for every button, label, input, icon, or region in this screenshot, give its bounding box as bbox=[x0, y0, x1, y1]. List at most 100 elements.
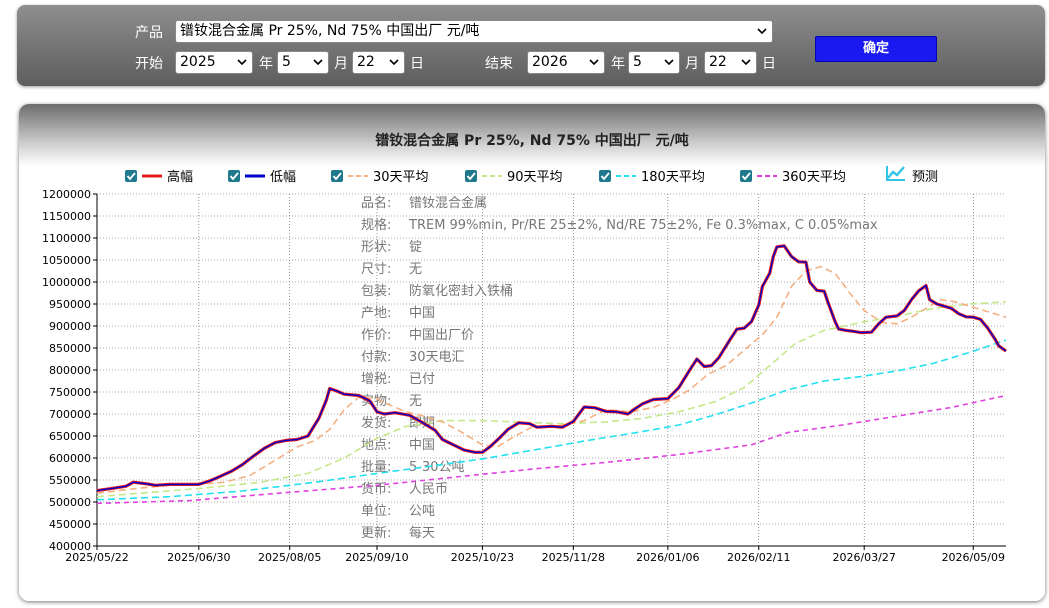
y-tick-label: 1100000 bbox=[42, 232, 91, 245]
legend: 高幅 低幅 30天平均 90天平均 180天平均 360天平均 预测 bbox=[125, 165, 938, 185]
checkbox-checked-icon bbox=[331, 170, 343, 182]
info-label: 发货: bbox=[361, 415, 391, 431]
start-year-select[interactable]: 2025 bbox=[175, 51, 253, 74]
legend-item[interactable]: 30天平均 bbox=[331, 170, 429, 185]
info-value: 每天 bbox=[409, 525, 435, 541]
chevron-down-icon bbox=[589, 52, 599, 73]
info-value: 30天电汇 bbox=[409, 350, 465, 365]
chevron-down-icon bbox=[757, 21, 767, 42]
info-value: 中国出厂价 bbox=[409, 328, 474, 343]
info-label: 作价: bbox=[361, 328, 391, 343]
grid bbox=[96, 193, 1006, 547]
x-tick-label: 2025/08/05 bbox=[258, 551, 321, 564]
info-label: 货币: bbox=[361, 481, 391, 497]
y-tick-label: 1000000 bbox=[42, 276, 91, 289]
y-tick-label: 1050000 bbox=[42, 254, 91, 267]
info-label: 尺寸: bbox=[361, 262, 391, 277]
legend-item[interactable]: 90天平均 bbox=[465, 170, 563, 185]
y-tick-label: 950000 bbox=[49, 298, 91, 311]
chevron-down-icon bbox=[313, 52, 323, 73]
checkbox-checked-icon bbox=[125, 170, 137, 182]
legend-item[interactable]: 预测 bbox=[885, 165, 938, 185]
x-tick-label: 2025/10/23 bbox=[451, 551, 514, 564]
legend-item[interactable]: 360天平均 bbox=[740, 170, 846, 185]
x-tick-label: 2026/05/09 bbox=[942, 551, 1005, 564]
year-unit-label: 年 bbox=[259, 56, 273, 72]
month-unit-label: 月 bbox=[685, 56, 699, 72]
x-tick-label: 2025/05/22 bbox=[65, 551, 128, 564]
y-tick-label: 750000 bbox=[49, 386, 91, 399]
legend-item[interactable]: 180天平均 bbox=[599, 170, 705, 185]
y-tick-label: 1150000 bbox=[42, 210, 91, 223]
info-value: 镨钕混合金属 bbox=[409, 195, 487, 211]
y-tick-label: 800000 bbox=[49, 364, 91, 377]
legend-item[interactable]: 低幅 bbox=[228, 170, 296, 185]
info-label: 产地: bbox=[361, 306, 391, 321]
start-year-value: 2025 bbox=[180, 54, 216, 70]
info-label: 形状: bbox=[361, 240, 391, 255]
legend-label: 360天平均 bbox=[782, 170, 846, 185]
y-tick-label: 850000 bbox=[49, 342, 91, 355]
info-value: 无 bbox=[409, 394, 422, 409]
end-label: 结束 bbox=[485, 56, 513, 72]
legend-item[interactable]: 高幅 bbox=[125, 169, 193, 185]
product-info: 品名: 镨钕混合金属规格: TREM 99%min, Pr/RE 25±2%, Nd… bbox=[361, 195, 878, 541]
legend-label: 预测 bbox=[912, 170, 938, 185]
year-unit-label: 年 bbox=[611, 56, 625, 72]
query-form: 产品 镨钕混合金属 Pr 25%, Nd 75% 中国出厂 元/吨 开始 202… bbox=[17, 5, 1045, 86]
product-select[interactable]: 镨钕混合金属 Pr 25%, Nd 75% 中国出厂 元/吨 bbox=[175, 20, 773, 43]
info-label: 付款: bbox=[361, 350, 391, 365]
checkbox-checked-icon bbox=[599, 170, 611, 182]
x-tick-label: 2026/01/06 bbox=[636, 551, 699, 564]
y-tick-label: 700000 bbox=[49, 408, 91, 421]
price-chart: 4000004500005000005500006000006500007000… bbox=[42, 132, 1007, 564]
y-tick-label: 600000 bbox=[49, 452, 91, 465]
start-day-value: 22 bbox=[357, 54, 375, 70]
info-value: 无 bbox=[409, 262, 422, 277]
end-day-value: 22 bbox=[709, 54, 727, 70]
info-value: 公吨 bbox=[409, 504, 435, 519]
info-value: 中国 bbox=[409, 438, 435, 453]
start-month-select[interactable]: 5 bbox=[277, 51, 329, 74]
legend-label: 180天平均 bbox=[641, 170, 705, 185]
legend-label: 90天平均 bbox=[507, 170, 563, 185]
start-label: 开始 bbox=[135, 56, 163, 72]
info-value: 人民币 bbox=[409, 482, 448, 497]
day-unit-label: 日 bbox=[410, 56, 424, 72]
info-value: 中国 bbox=[409, 306, 435, 321]
start-day-select[interactable]: 22 bbox=[352, 51, 405, 74]
x-tick-label: 2025/11/28 bbox=[542, 551, 605, 564]
end-day-select[interactable]: 22 bbox=[704, 51, 757, 74]
chevron-down-icon bbox=[664, 52, 674, 73]
series bbox=[96, 244, 1007, 505]
checkbox-checked-icon bbox=[740, 170, 752, 182]
start-month-value: 5 bbox=[282, 54, 291, 70]
end-year-select[interactable]: 2026 bbox=[527, 51, 605, 74]
chart-panel: 400000 450000 500000 550000 600000 650000 7000… bbox=[19, 104, 1045, 601]
info-label: 规格: bbox=[361, 217, 391, 233]
y-tick-label: 900000 bbox=[49, 320, 91, 333]
info-value: 防氧化密封入铁桶 bbox=[409, 283, 513, 299]
y-tick-label: 650000 bbox=[49, 430, 91, 443]
x-tick-label: 2026/02/11 bbox=[727, 551, 790, 564]
chevron-down-icon bbox=[389, 52, 399, 73]
legend-label: 30天平均 bbox=[373, 170, 429, 185]
series-line-0 bbox=[96, 244, 1007, 493]
info-label: 包装: bbox=[361, 284, 391, 299]
chevron-down-icon bbox=[741, 52, 751, 73]
x-tick-label: 2026/03/27 bbox=[832, 551, 895, 564]
y-tick-label: 450000 bbox=[49, 518, 91, 531]
info-label: 品名: bbox=[361, 195, 391, 211]
y-tick-label: 550000 bbox=[49, 474, 91, 487]
info-value: TREM 99%min, Pr/RE 25±2%, Nd/RE 75±2%, F… bbox=[408, 218, 878, 233]
confirm-button[interactable]: 确定 bbox=[815, 36, 937, 62]
chevron-down-icon bbox=[237, 52, 247, 73]
end-month-select[interactable]: 5 bbox=[628, 51, 680, 74]
series-line-2 bbox=[96, 265, 1007, 494]
y-tick-label: 500000 bbox=[49, 496, 91, 509]
series-line-5 bbox=[96, 394, 1007, 505]
legend-label: 低幅 bbox=[270, 170, 296, 185]
product-label: 产品 bbox=[135, 25, 163, 41]
info-value: 锭 bbox=[409, 240, 422, 255]
info-label: 实物: bbox=[361, 394, 391, 409]
